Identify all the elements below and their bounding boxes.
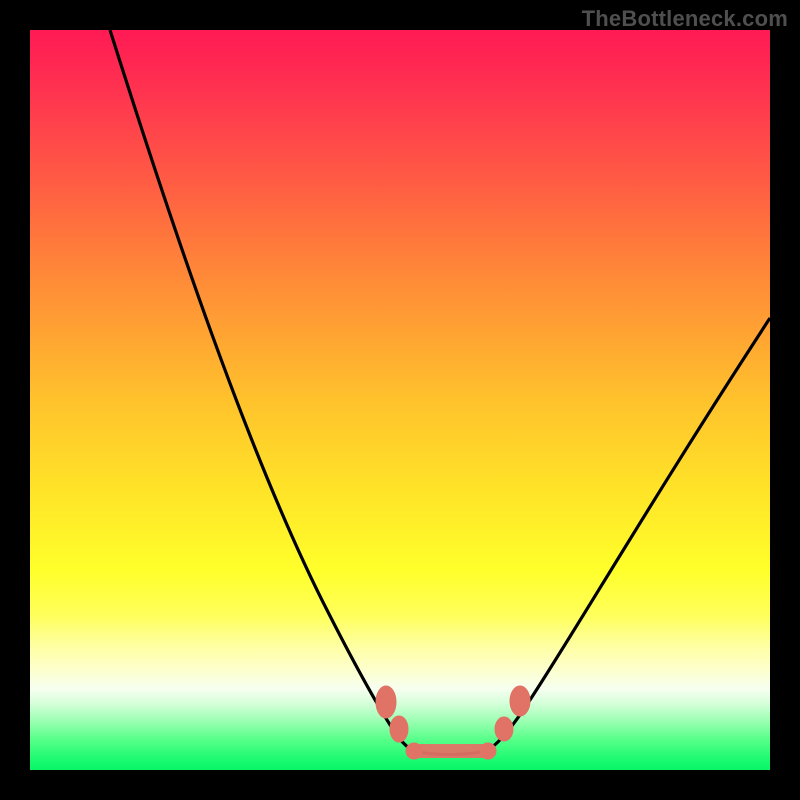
marker-right-lower <box>495 717 513 741</box>
marker-bottom-right-dot <box>480 743 496 759</box>
bottleneck-curves <box>30 30 770 770</box>
right-curve <box>488 318 770 750</box>
watermark-text: TheBottleneck.com <box>582 6 788 32</box>
marker-left-lower <box>390 716 408 742</box>
marker-bottom-left-dot <box>406 743 422 759</box>
chart-frame: TheBottleneck.com <box>0 0 800 800</box>
marker-right-upper <box>510 686 530 716</box>
plot-area <box>30 30 770 770</box>
left-curve <box>110 30 412 750</box>
marker-left-upper <box>376 686 396 718</box>
